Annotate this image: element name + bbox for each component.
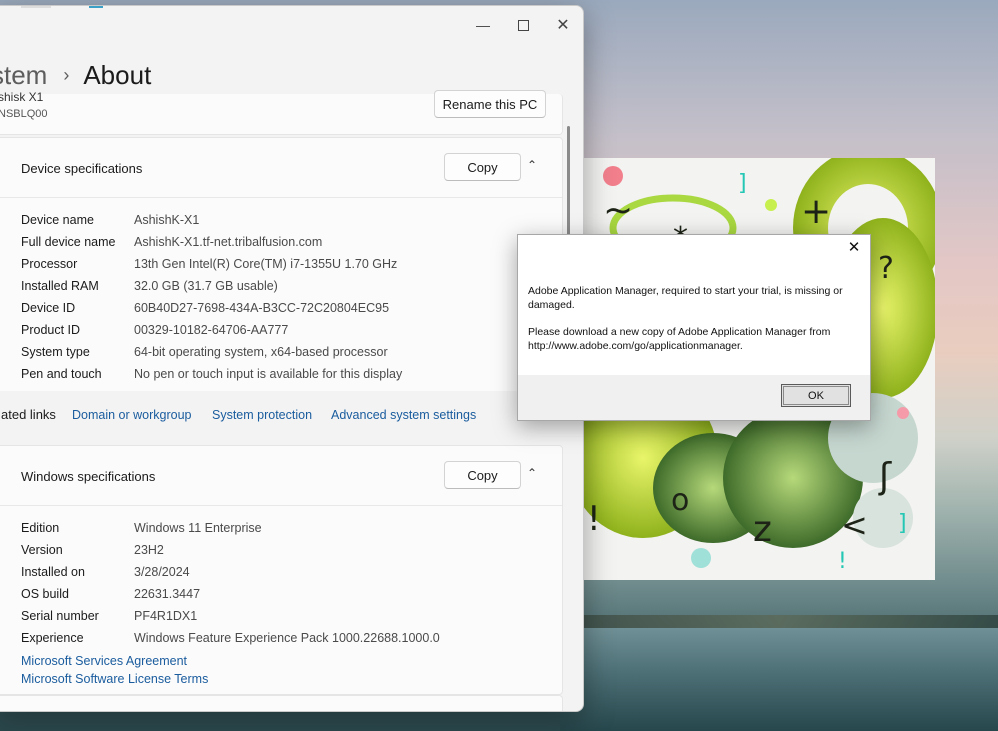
svg-text:ʃ: ʃ bbox=[878, 456, 892, 497]
spec-value: Windows Feature Experience Pack 1000.226… bbox=[134, 631, 440, 645]
spec-label: System type bbox=[21, 345, 90, 359]
spec-label: Pen and touch bbox=[21, 367, 102, 381]
spec-label: Installed on bbox=[21, 565, 85, 579]
spec-label: Serial number bbox=[21, 609, 99, 623]
spec-label: Version bbox=[21, 543, 63, 557]
svg-text:<: < bbox=[841, 506, 868, 544]
taskbar-fragment bbox=[21, 6, 51, 8]
advanced-system-settings-link[interactable]: Advanced system settings bbox=[331, 408, 476, 422]
pc-model: NSBLQ00 bbox=[0, 108, 48, 120]
spec-label: Device name bbox=[21, 213, 94, 227]
related-links-label: ated links bbox=[1, 407, 56, 422]
spec-label: Product ID bbox=[21, 323, 81, 337]
chevron-up-icon[interactable]: ⌃ bbox=[527, 158, 537, 172]
maximize-icon bbox=[517, 19, 529, 31]
windows-specifications-header[interactable]: Windows specifications Copy ⌃ bbox=[0, 446, 562, 506]
windows-specifications-card: Windows specifications Copy ⌃ Edition Wi… bbox=[0, 445, 563, 695]
spec-value: 60B40D27-7698-434A-B3CC-72C20804EC95 bbox=[134, 301, 390, 315]
dialog-titlebar[interactable]: ✕ bbox=[518, 235, 870, 261]
settings-window: — ✕ stem › About shisk X1 NSBLQ00 Rename t… bbox=[0, 5, 584, 712]
dialog-message: Adobe Application Manager, required to s… bbox=[528, 285, 843, 311]
section-title: Windows specifications bbox=[21, 469, 156, 484]
spec-label: OS build bbox=[21, 587, 69, 601]
dialog-instructions: Please download a new copy of Adobe Appl… bbox=[528, 326, 831, 352]
close-icon: ✕ bbox=[556, 17, 570, 34]
services-agreement-link[interactable]: Microsoft Services Agreement bbox=[21, 654, 187, 668]
svg-text:~: ~ bbox=[603, 190, 633, 231]
pc-name-card: shisk X1 NSBLQ00 Rename this PC bbox=[0, 90, 563, 135]
breadcrumb-parent[interactable]: stem bbox=[0, 60, 47, 90]
spec-value: PF4R1DX1 bbox=[134, 609, 198, 623]
spec-label: Processor bbox=[21, 257, 78, 271]
domain-workgroup-link[interactable]: Domain or workgroup bbox=[72, 408, 192, 422]
dialog-body: Adobe Application Manager, required to s… bbox=[518, 261, 870, 375]
spec-label: Full device name bbox=[21, 235, 116, 249]
spec-value: No pen or touch input is available for t… bbox=[134, 367, 403, 381]
svg-text:]: ] bbox=[738, 171, 747, 196]
spec-value: 13th Gen Intel(R) Core(TM) i7-1355U 1.70… bbox=[134, 257, 398, 271]
spec-value: 23H2 bbox=[134, 543, 164, 557]
svg-text:!: ! bbox=[838, 549, 847, 574]
system-protection-link[interactable]: System protection bbox=[212, 408, 312, 422]
svg-text:]: ] bbox=[898, 511, 907, 536]
spec-value: 64-bit operating system, x64-based proce… bbox=[134, 345, 388, 359]
device-specifications-header[interactable]: Device specifications Copy ⌃ bbox=[0, 138, 562, 198]
spec-label: Experience bbox=[21, 631, 84, 645]
pc-name: shisk X1 bbox=[0, 90, 44, 104]
spec-label: Edition bbox=[21, 521, 60, 535]
close-button[interactable]: ✕ bbox=[543, 12, 583, 38]
copy-device-specs-button[interactable]: Copy bbox=[444, 153, 521, 181]
minimize-button[interactable]: — bbox=[463, 12, 503, 38]
copy-windows-specs-button[interactable]: Copy bbox=[444, 461, 521, 489]
maximize-button[interactable] bbox=[503, 12, 543, 38]
spec-value: Windows 11 Enterprise bbox=[134, 521, 262, 535]
taskbar-fragment-accent bbox=[89, 6, 103, 8]
svg-text:!: ! bbox=[587, 499, 601, 539]
svg-text:o: o bbox=[671, 483, 689, 518]
license-terms-link[interactable]: Microsoft Software License Terms bbox=[21, 672, 208, 686]
spec-label: Device ID bbox=[21, 301, 76, 315]
spec-label: Installed RAM bbox=[21, 279, 99, 293]
spec-value: AshishK-X1 bbox=[134, 213, 200, 227]
chevron-up-icon[interactable]: ⌃ bbox=[527, 466, 537, 480]
section-title: Device specifications bbox=[21, 161, 143, 176]
desktop-lake bbox=[560, 628, 998, 731]
breadcrumb: stem › About bbox=[0, 60, 151, 91]
breadcrumb-separator-icon: › bbox=[63, 65, 70, 85]
spec-value: 22631.3447 bbox=[134, 587, 201, 601]
desktop-horizon bbox=[560, 615, 998, 629]
rename-pc-button[interactable]: Rename this PC bbox=[434, 90, 546, 118]
svg-text:z: z bbox=[753, 509, 772, 550]
device-specifications-card: Device specifications Copy ⌃ Device name… bbox=[0, 137, 563, 393]
page-title: About bbox=[83, 60, 152, 90]
svg-text:+: + bbox=[801, 191, 831, 232]
spec-value: 00329-10182-64706-AA777 bbox=[134, 323, 289, 337]
error-dialog: ✕ Adobe Application Manager, required to… bbox=[517, 234, 871, 421]
related-links: ated links Domain or workgroup System pr… bbox=[0, 391, 561, 441]
minimize-icon: — bbox=[476, 17, 490, 33]
ok-button[interactable]: OK bbox=[781, 384, 851, 407]
svg-text:?: ? bbox=[878, 251, 894, 286]
close-icon[interactable]: ✕ bbox=[844, 238, 864, 256]
next-card bbox=[0, 695, 563, 711]
spec-value: 3/28/2024 bbox=[134, 565, 190, 579]
spec-value: AshishK-X1.tf-net.tribalfusion.com bbox=[134, 235, 323, 249]
spec-value: 32.0 GB (31.7 GB usable) bbox=[134, 279, 278, 293]
